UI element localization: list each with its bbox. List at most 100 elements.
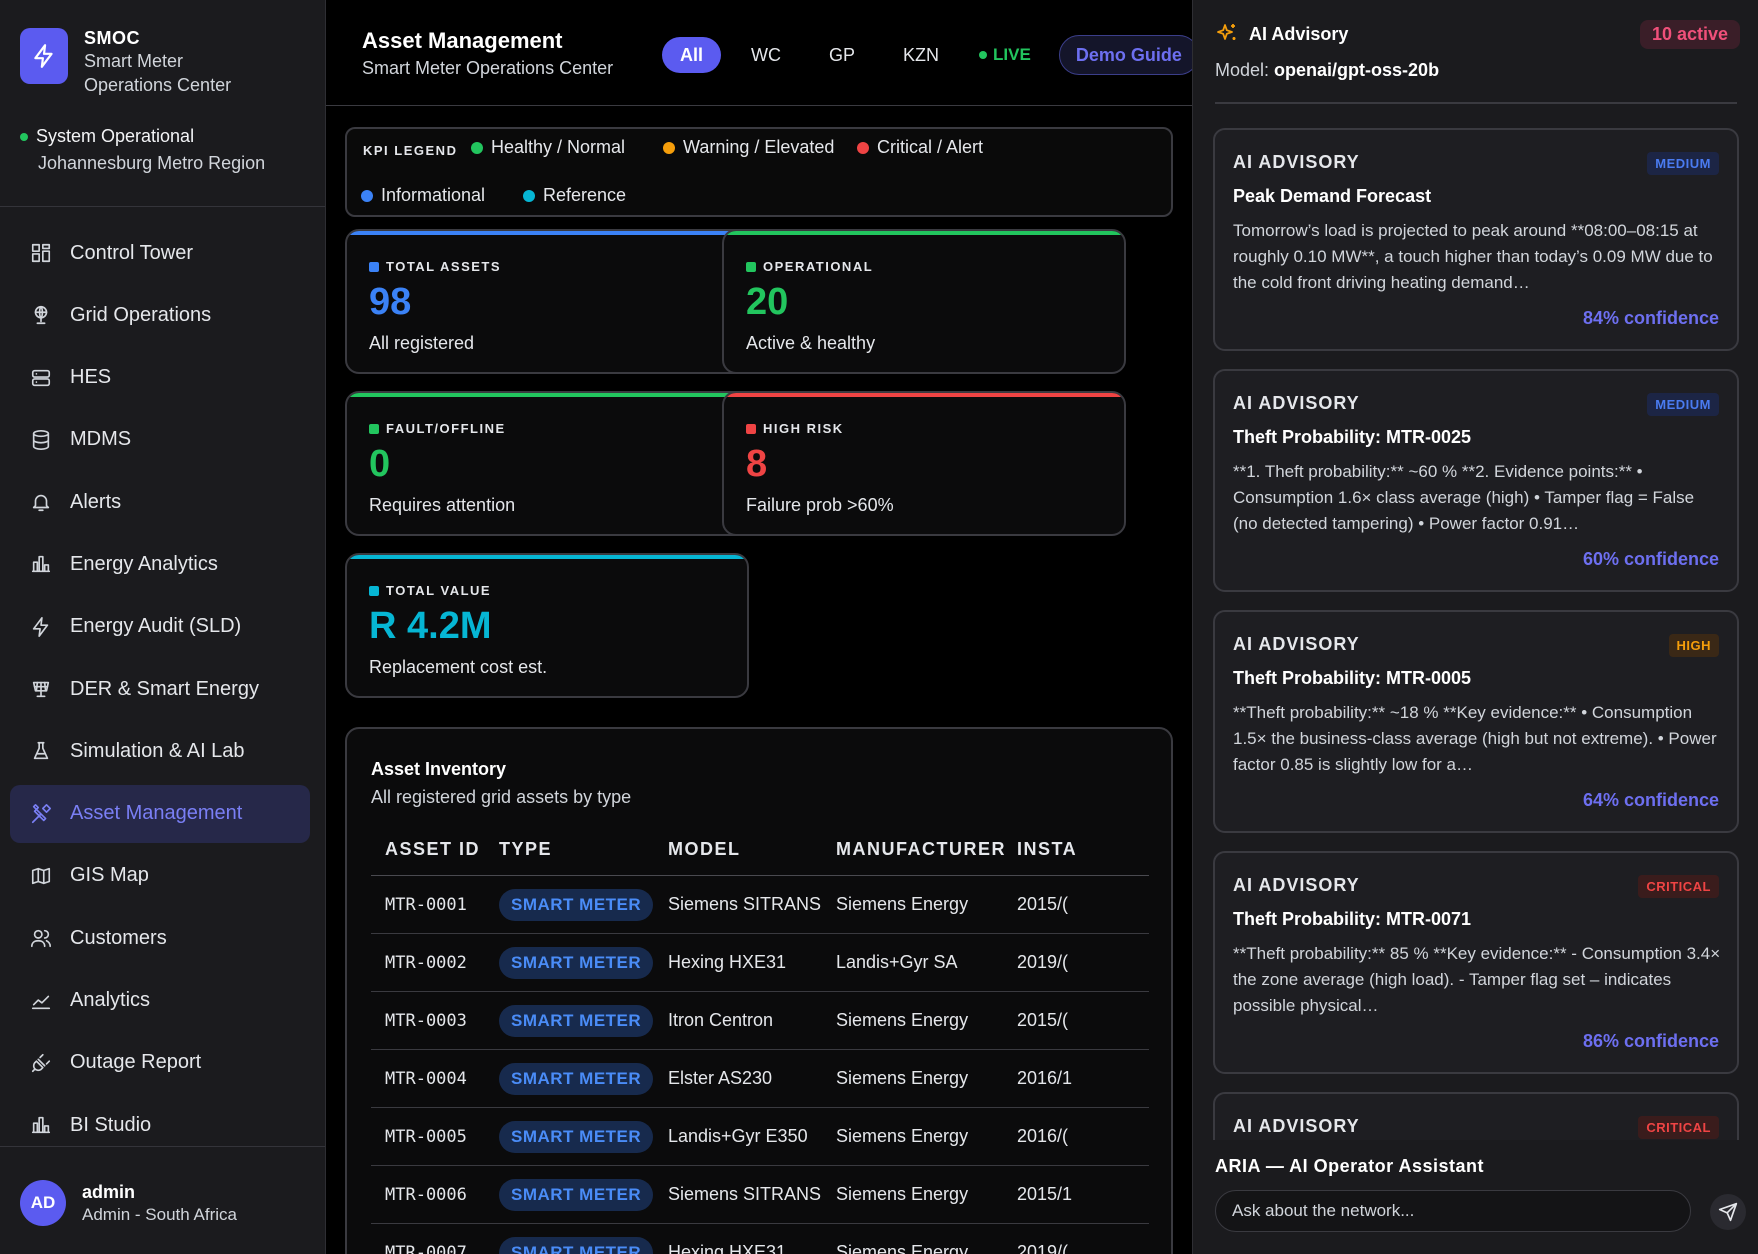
sidebar-item-der-smart-energy[interactable]: DER & Smart Energy — [10, 660, 310, 718]
inventory-subtitle: All registered grid assets by type — [371, 787, 632, 807]
table-row[interactable]: MTR-0007 SMART METER Hexing HXE31 Siemen… — [371, 1224, 1149, 1254]
advisory-card-title: Theft Probability: MTR-0071 — [1233, 909, 1472, 929]
manufacturer-cell: Siemens Energy — [836, 1010, 969, 1030]
tab-all[interactable]: All — [662, 37, 722, 73]
asset-id-cell: MTR-0006 — [385, 1184, 467, 1205]
sidebar-item-control-tower[interactable]: Control Tower — [10, 224, 310, 282]
send-button[interactable] — [1710, 1194, 1746, 1230]
sidebar-item-hes[interactable]: HES — [10, 349, 310, 407]
kpi-card-fault-offline[interactable]: FAULT/OFFLINE 0 Requires attention — [345, 391, 749, 536]
sidebar-item-label: DER & Smart Energy — [70, 677, 259, 700]
kpi-card-high-risk[interactable]: HIGH RISK 8 Failure prob >60% — [722, 391, 1126, 536]
kpi-value: R 4.2M — [369, 605, 492, 647]
advisory-card[interactable]: AI ADVISORY MEDIUM Theft Probability: MT… — [1213, 369, 1739, 592]
kpi-caption: Failure prob >60% — [746, 495, 894, 515]
sidebar-item-label: Outage Report — [70, 1051, 202, 1074]
column-header[interactable]: MODEL — [668, 823, 741, 875]
sidebar-item-asset-management[interactable]: Asset Management — [10, 784, 310, 843]
asset-id-cell: MTR-0004 — [385, 1068, 467, 1089]
confidence-label: 86% confidence — [1582, 1031, 1719, 1051]
brand[interactable]: SMOC Smart Meter Operations Center — [20, 28, 231, 97]
table-row[interactable]: MTR-0002 SMART METER Hexing HXE31 Landis… — [371, 934, 1149, 992]
sidebar-divider — [0, 1146, 325, 1147]
table-row[interactable]: MTR-0001 SMART METER Siemens SITRANS Sie… — [371, 876, 1149, 934]
table-row[interactable]: MTR-0003 SMART METER Itron Centron Sieme… — [371, 992, 1149, 1050]
legend-item: Informational — [381, 185, 486, 205]
advisory-card[interactable]: AI ADVISORY CRITICAL — [1213, 1092, 1739, 1140]
kpi-caption: Active & healthy — [746, 333, 876, 353]
column-header[interactable]: TYPE — [499, 823, 552, 875]
user-profile[interactable]: AD admin Admin - South Africa — [20, 1180, 237, 1226]
solar-panel-icon — [32, 681, 50, 698]
advisory-list[interactable]: AI ADVISORY MEDIUM Peak Demand Forecast … — [1213, 128, 1739, 1140]
sidebar-item-grid-operations[interactable]: Grid Operations — [10, 286, 310, 344]
table-header: ASSET ID TYPE MODEL MANUFACTURER INSTA — [371, 823, 1149, 876]
manufacturer-cell: Siemens Energy — [836, 1068, 969, 1088]
advisory-card-kind: AI ADVISORY — [1233, 1116, 1360, 1136]
install-date-cell: 2019/( — [1017, 1242, 1069, 1254]
sidebar-item-energy-analytics[interactable]: Energy Analytics — [10, 535, 310, 593]
column-header[interactable]: ASSET ID — [385, 823, 480, 875]
sidebar-item-outage-report[interactable]: Outage Report — [10, 1034, 310, 1092]
install-date-cell: 2016/( — [1017, 1126, 1069, 1146]
sidebar-item-analytics[interactable]: Analytics — [10, 972, 310, 1030]
model-cell: Siemens SITRANS — [668, 894, 822, 914]
bar-chart-icon — [31, 556, 51, 573]
map-icon — [31, 867, 51, 885]
advisory-header: AI Advisory — [1215, 22, 1348, 46]
advisory-card[interactable]: AI ADVISORY HIGH Theft Probability: MTR-… — [1213, 610, 1739, 833]
sidebar-item-label: Analytics — [70, 989, 151, 1012]
kpi-value: 98 — [369, 281, 412, 323]
kpi-card-total-value[interactable]: TOTAL VALUE R 4.2M Replacement cost est. — [345, 553, 749, 698]
table-row[interactable]: MTR-0005 SMART METER Landis+Gyr E350 Sie… — [371, 1108, 1149, 1166]
kpi-dot-icon — [369, 423, 379, 434]
severity-badge: HIGH — [1668, 634, 1719, 657]
reference-dot-icon — [523, 189, 535, 202]
manufacturer-cell: Siemens Energy — [836, 1184, 969, 1204]
aria-input[interactable] — [1215, 1190, 1691, 1232]
status-dot-icon — [20, 132, 28, 141]
kpi-dot-icon — [746, 261, 756, 272]
sidebar-item-label: HES — [70, 366, 112, 389]
sidebar-item-label: GIS Map — [70, 864, 149, 887]
sidebar-item-energy-audit-sld[interactable]: Energy Audit (SLD) — [10, 598, 310, 656]
manufacturer-cell: Siemens Energy — [836, 894, 969, 914]
sidebar-item-simulation-ai-lab[interactable]: Simulation & AI Lab — [10, 722, 310, 780]
globe-icon — [34, 306, 48, 325]
type-badge: SMART METER — [499, 1178, 654, 1211]
sidebar-item-label: Grid Operations — [70, 303, 212, 326]
demo-guide-button[interactable]: Demo Guide — [1058, 35, 1192, 75]
kpi-card-total-assets[interactable]: TOTAL ASSETS 98 All registered — [345, 229, 749, 374]
region-tabs: All WC GP KZN LIVE Demo Guide — [662, 35, 1192, 75]
advisory-card-title: Theft Probability: MTR-0025 — [1233, 427, 1472, 447]
aria-title: ARIA — AI Operator Assistant — [1215, 1156, 1485, 1176]
column-header[interactable]: MANUFACTURER — [836, 823, 1006, 875]
model-cell: Hexing HXE31 — [668, 952, 787, 972]
advisory-card-body: **Theft probability:** ~18 % **Key evide… — [1233, 703, 1717, 774]
column-header[interactable]: INSTA — [1017, 823, 1077, 875]
sidebar-item-mdms[interactable]: MDMS — [10, 411, 310, 469]
sidebar-item-label: Simulation & AI Lab — [70, 739, 245, 762]
table-row[interactable]: MTR-0006 SMART METER Siemens SITRANS Sie… — [371, 1166, 1149, 1224]
tab-gp[interactable]: GP — [811, 37, 873, 73]
sidebar-item-customers[interactable]: Customers — [10, 909, 310, 967]
asset-id-cell: MTR-0002 — [385, 952, 467, 973]
kpi-value: 20 — [746, 281, 789, 323]
kpi-label-row: HIGH RISK — [746, 421, 844, 436]
tab-wc[interactable]: WC — [733, 37, 799, 73]
bolt-logo-icon — [20, 28, 68, 84]
kpi-dot-icon — [746, 423, 756, 434]
type-badge: SMART METER — [499, 1004, 654, 1037]
tab-kzn[interactable]: KZN — [885, 37, 957, 73]
sidebar-item-gis-map[interactable]: GIS Map — [10, 847, 310, 905]
users-icon — [31, 930, 51, 948]
table-row[interactable]: MTR-0004 SMART METER Elster AS230 Siemen… — [371, 1050, 1149, 1108]
kpi-label: TOTAL VALUE — [386, 583, 492, 598]
manufacturer-cell: Siemens Energy — [836, 1242, 969, 1254]
kpi-card-operational[interactable]: OPERATIONAL 20 Active & healthy — [722, 229, 1126, 374]
advisory-card[interactable]: AI ADVISORY MEDIUM Peak Demand Forecast … — [1213, 128, 1739, 351]
sidebar-nav: Control Tower Grid Operations HES MDMS Alert… — [10, 224, 310, 1158]
sidebar-item-alerts[interactable]: Alerts — [10, 473, 310, 531]
advisory-card[interactable]: AI ADVISORY CRITICAL Theft Probability: … — [1213, 851, 1739, 1074]
critical-dot-icon — [857, 141, 869, 154]
